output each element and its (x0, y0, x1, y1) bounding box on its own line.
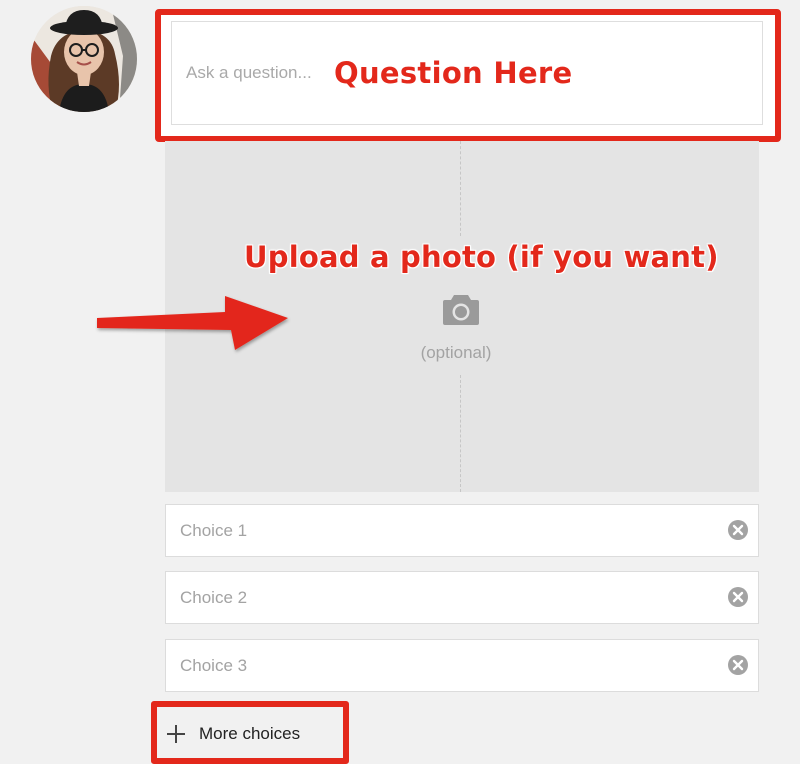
choice-row (165, 571, 759, 624)
choice-row (165, 504, 759, 557)
optional-label: (optional) (420, 343, 492, 362)
question-callout: Question Here (334, 56, 573, 90)
annotation-arrow-icon (97, 296, 288, 350)
photo-divider-bottom (460, 375, 461, 492)
more-choices-button[interactable]: More choices (165, 715, 300, 753)
avatar (31, 6, 137, 112)
photo-divider-top (460, 141, 461, 236)
remove-circle-icon[interactable] (727, 519, 749, 541)
camera-icon[interactable] (442, 292, 480, 326)
avatar-photo (31, 6, 137, 112)
more-choices-label: More choices (199, 724, 301, 743)
choice-input[interactable] (166, 505, 706, 556)
remove-circle-icon[interactable] (727, 654, 749, 676)
remove-circle-icon[interactable] (727, 586, 749, 608)
choice-row (165, 639, 759, 692)
more-choices-highlight-box: More choices (151, 701, 349, 764)
choice-input[interactable] (166, 640, 706, 691)
choice-input[interactable] (166, 572, 706, 623)
plus-icon (167, 725, 185, 743)
photo-callout: Upload a photo (if you want) (244, 240, 719, 274)
